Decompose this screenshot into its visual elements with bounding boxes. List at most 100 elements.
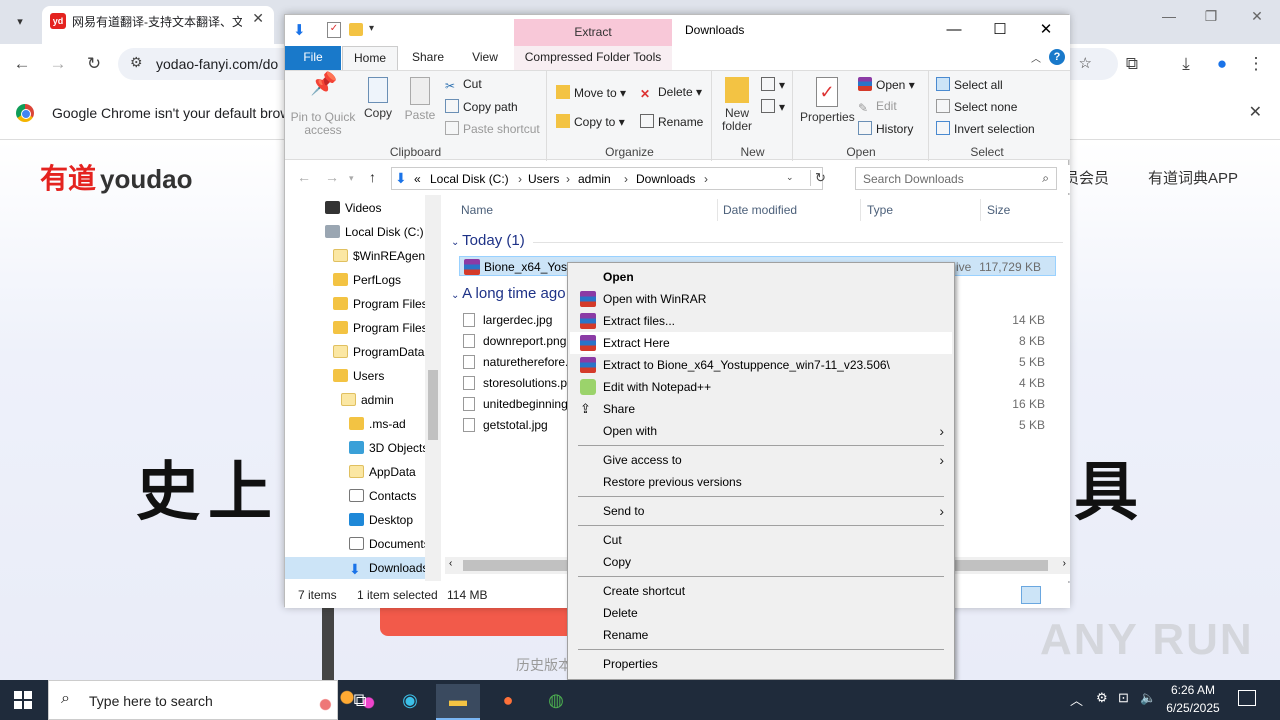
nav-item-appdata[interactable]: AppData [349,461,416,483]
extract-context-tab[interactable]: Extract [514,19,672,46]
up-arrow-icon[interactable]: ↑ [369,169,376,185]
menu-item-extract-files[interactable]: Extract files... [570,310,952,332]
menu-item-extract-here[interactable]: Extract Here [570,332,952,354]
chrome-tab[interactable]: yd 网易有道翻译-支持文本翻译、文 ✕ [42,6,274,44]
search-icon[interactable]: ⌕ [1042,171,1049,186]
crumb-admin[interactable]: admin [578,172,611,186]
tab-close-icon[interactable]: ✕ [252,10,264,27]
menu-item-edit-notepadpp[interactable]: Edit with Notepad++ [570,376,952,398]
nav-item-downloads[interactable]: ⬇ Downloads [285,557,428,579]
menu-item-open[interactable]: Open [570,266,952,288]
download-icon[interactable]: ⤓ [1174,52,1198,76]
invert-selection-button[interactable]: Invert selection [936,121,1035,136]
taskbar-search-box[interactable]: ⌕ Type here to search [48,680,383,720]
clock-time[interactable]: 6:26 AM [1168,683,1218,697]
chrome-restore-button[interactable]: ❐ [1196,8,1226,25]
new-folder-icon[interactable] [349,23,363,36]
move-to-button[interactable]: Move to ▾ [556,85,626,100]
nav-scrollbar-thumb[interactable] [428,370,438,440]
menu-item-open-with-winrar[interactable]: Open with WinRAR [570,288,952,310]
select-all-button[interactable]: Select all [936,77,1003,92]
explorer-maximize-button[interactable]: ☐ [977,19,1023,43]
crumb-users[interactable]: Users [528,172,559,186]
address-breadcrumb[interactable]: ⬇ « Local Disk (C:) › Users › admin › Do… [391,167,826,190]
nav-vip-link[interactable]: 员会员 [1064,167,1109,188]
tray-device-icon[interactable]: ⚙ [1096,690,1108,706]
menu-icon[interactable]: ⋮ [1244,52,1268,76]
crumb-downloads[interactable]: Downloads [636,172,695,186]
bookmark-star-icon[interactable]: ☆ [1079,54,1092,72]
refresh-icon[interactable]: ↻ [810,170,826,186]
search-downloads-input[interactable]: Search Downloads ⌕ [855,167,1057,190]
nav-item-ms-ad[interactable]: .ms-ad [349,413,406,435]
column-separator[interactable] [860,199,861,221]
nav-item-programdata[interactable]: ProgramData [333,341,424,363]
nav-item-users[interactable]: Users [333,365,384,387]
tab-view[interactable]: View [460,46,510,70]
menu-item-cut[interactable]: Cut [570,529,952,551]
tab-compressed-folder-tools[interactable]: Compressed Folder Tools [514,46,672,70]
cut-button[interactable]: ✂ Cut [445,77,482,93]
column-separator[interactable] [717,199,718,221]
tab-file[interactable]: File [285,46,341,70]
reload-icon[interactable]: ↻ [82,52,106,76]
nav-item-perflogs[interactable]: PerfLogs [333,269,401,291]
nav-item-program-files-x86[interactable]: Program Files [333,317,428,339]
easy-access-button[interactable]: ▾ [761,99,785,114]
new-item-button[interactable]: ▾ [761,77,785,92]
menu-item-rename[interactable]: Rename [570,624,952,646]
network-icon[interactable]: ⊡ [1118,690,1129,706]
menu-item-copy[interactable]: Copy [570,551,952,573]
column-header-size[interactable]: Size [987,203,1010,217]
back-icon[interactable]: ← [10,52,34,76]
rename-button[interactable]: Rename [640,114,703,129]
menu-item-create-shortcut[interactable]: Create shortcut [570,580,952,602]
menu-item-restore-versions[interactable]: Restore previous versions [570,471,952,493]
firefox-icon[interactable]: ● [486,684,530,720]
extensions-icon[interactable]: ⧉ [1120,52,1144,76]
youdao-logo[interactable]: 有道 youdao [40,157,192,197]
quick-access-down-arrow-icon[interactable]: ⬇ [293,21,306,39]
chrome-taskbar-icon[interactable]: ◍ [534,684,578,720]
history-versions-link[interactable]: 历史版本 [516,655,572,675]
group-old-header[interactable]: ⌄ A long time ago [451,285,566,302]
menu-item-delete[interactable]: Delete [570,602,952,624]
notification-center-icon[interactable] [1238,690,1256,706]
ribbon-collapse-icon[interactable]: ︿ [1031,50,1041,65]
explorer-minimize-button[interactable]: — [931,19,977,43]
large-icons-view-icon[interactable] [1045,586,1063,604]
menu-item-extract-to[interactable]: Extract to Bione_x64_Yostuppence_win7-11… [570,354,952,376]
copy-path-button[interactable]: Copy path [445,99,518,114]
volume-icon[interactable]: 🔈 [1140,690,1156,706]
nav-item-3d-objects[interactable]: 3D Objects [349,437,428,459]
task-view-icon[interactable]: ⧉ [338,684,382,720]
column-header-date[interactable]: Date modified [723,203,797,217]
details-view-icon[interactable] [1021,586,1041,604]
crumb-local-disk[interactable]: Local Disk (C:) [430,172,509,186]
tab-share[interactable]: Share [403,46,453,70]
explorer-close-button[interactable]: ✕ [1023,19,1069,43]
nav-item-admin[interactable]: admin [341,389,394,411]
scroll-right-icon[interactable]: › [1063,558,1066,569]
menu-item-share[interactable]: ⇪ Share [570,398,952,420]
tray-chevron-icon[interactable]: ︿ [1070,690,1083,709]
crumb-overflow[interactable]: « [414,172,421,186]
nav-item-program-files[interactable]: Program Files [333,293,428,315]
paste-shortcut-button[interactable]: Paste shortcut [445,121,540,136]
chrome-close-button[interactable]: ✕ [1242,8,1272,25]
properties-button[interactable]: ✓ Properties [800,77,855,124]
tab-home[interactable]: Home [342,46,398,71]
paste-button[interactable]: Paste [401,77,439,122]
nav-item-videos[interactable]: Videos [325,197,381,219]
windows-start-icon[interactable] [14,691,32,709]
history-button[interactable]: History [858,121,913,136]
help-icon[interactable]: ? [1049,49,1065,65]
column-separator[interactable] [980,199,981,221]
nav-item-contacts[interactable]: Contacts [349,485,416,507]
column-header-type[interactable]: Type [867,203,893,217]
nav-item-winreagent[interactable]: $WinREAgent [333,245,428,267]
recent-locations-chevron-icon[interactable]: ▾ [349,173,354,184]
scroll-left-icon[interactable]: ‹ [449,558,452,569]
site-info-icon[interactable]: ⚙ [130,54,143,71]
menu-item-properties[interactable]: Properties [570,653,952,675]
